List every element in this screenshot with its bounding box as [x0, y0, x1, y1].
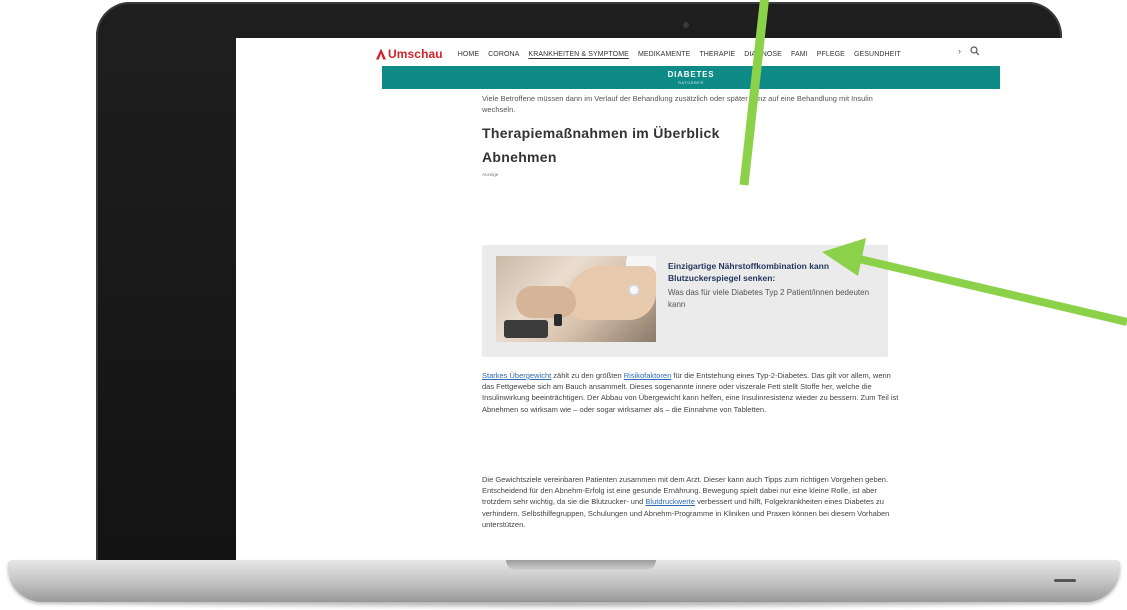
laptop-base — [8, 560, 1120, 602]
link-blutdruckwerte[interactable]: Blutdruckwerte — [645, 497, 695, 506]
logo-text: Umschau — [388, 47, 443, 61]
section-heading: Therapiemaßnahmen im Überblick — [482, 125, 720, 141]
logo-mark-icon — [376, 48, 386, 60]
trackpad-notch — [506, 560, 656, 570]
intro-text: Viele Betroffene müssen dann im Verlauf … — [482, 94, 873, 114]
nav-actions: › — [958, 46, 980, 56]
ad-title[interactable]: Einzigartige Nährstoffkombination kann B… — [668, 260, 873, 284]
ad-description: Was das für viele Diabetes Typ 2 Patient… — [668, 288, 870, 309]
paragraph-1: Starkes Übergewicht zählt zu den größten… — [482, 371, 899, 414]
site-navigation: Umschau HOME CORONA KRANKHEITEN & SYMPTO… — [376, 46, 986, 62]
laptop-screen: Umschau HOME CORONA KRANKHEITEN & SYMPTO… — [236, 38, 1116, 572]
nav-item-therapie[interactable]: THERAPIE — [699, 51, 735, 58]
nav-item-corona[interactable]: CORONA — [488, 51, 519, 58]
section-subheading: Abnehmen — [482, 149, 557, 165]
nav-item-gesundheit[interactable]: GESUNDHEIT — [854, 51, 901, 58]
link-risikofaktoren[interactable]: Risikofaktoren — [624, 371, 672, 380]
paragraph-2: Die Gewichtsziele vereinbaren Patienten … — [482, 475, 890, 529]
diabetes-banner[interactable]: DIABETES RATGEBER — [382, 66, 1000, 89]
article: Viele Betroffene müssen dann im Verlauf … — [482, 93, 900, 529]
ad-label: Anzeige — [482, 172, 499, 177]
nav-item-home[interactable]: HOME — [458, 51, 479, 58]
nav-item-pflege[interactable]: PFLEGE — [817, 51, 845, 58]
nav-item-diagnose[interactable]: DIAGNOSE — [744, 51, 782, 58]
laptop-lid: Umschau HOME CORONA KRANKHEITEN & SYMPTO… — [96, 2, 1116, 602]
link-uebergewicht[interactable]: Starkes Übergewicht — [482, 371, 551, 380]
search-icon[interactable] — [970, 46, 980, 56]
glucose-sensor-icon — [628, 284, 640, 296]
banner-title: DIABETES — [667, 70, 715, 79]
nav-item-fami[interactable]: FAMI — [791, 51, 808, 58]
webcam-icon — [683, 22, 689, 28]
ad-photo[interactable] — [496, 256, 656, 342]
nav-item-medikamente[interactable]: MEDIKAMENTE — [638, 51, 690, 58]
status-light-icon — [1054, 579, 1076, 582]
nav-item-krankheiten[interactable]: KRANKHEITEN & SYMPTOME — [528, 51, 628, 58]
site-logo[interactable]: Umschau — [376, 47, 443, 61]
sponsored-ad-card[interactable]: Einzigartige Nährstoffkombination kann B… — [482, 245, 888, 357]
chevron-right-icon[interactable]: › — [958, 46, 961, 56]
banner-subtitle: RATGEBER — [678, 80, 704, 85]
